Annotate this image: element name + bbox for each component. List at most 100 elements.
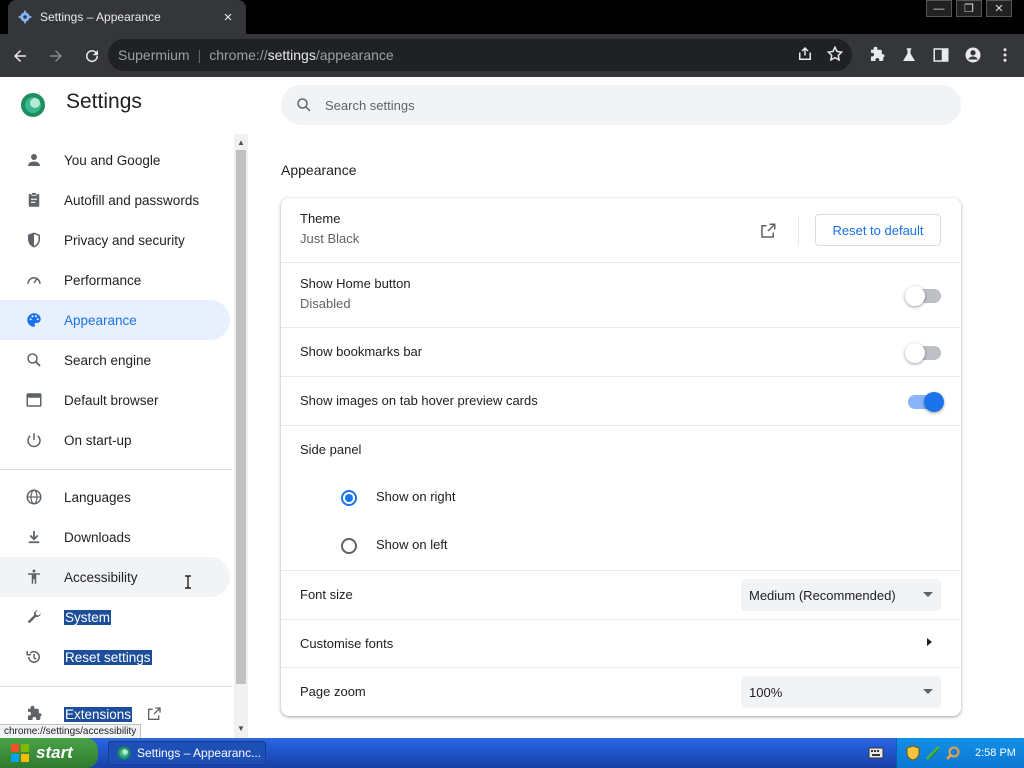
browser-window-icon	[24, 390, 44, 410]
sidebar-item-system[interactable]: System	[0, 597, 230, 637]
sidebar-item-label: You and Google	[64, 152, 161, 168]
sidebar-item-you-and-google[interactable]: You and Google	[0, 140, 230, 180]
scrollbar-thumb[interactable]	[236, 150, 246, 684]
tab-hover-toggle[interactable]	[908, 392, 944, 412]
close-window-button[interactable]: ✕	[986, 0, 1012, 17]
radio-show-on-left[interactable]	[341, 538, 357, 554]
page-zoom-select[interactable]: 100%	[741, 676, 941, 708]
bookmark-star-icon[interactable]	[826, 45, 844, 63]
dropdown-arrow-icon	[923, 689, 933, 694]
magnifier-icon[interactable]	[945, 745, 961, 761]
window-controls: — ❐ ✕	[926, 0, 1012, 18]
sidebar-item-label: Privacy and security	[64, 232, 185, 248]
labs-button[interactable]	[896, 39, 922, 71]
share-icon[interactable]	[796, 45, 814, 63]
sidebar-item-label: Accessibility	[64, 569, 138, 585]
scroll-down-arrow-icon[interactable]: ▼	[236, 724, 246, 734]
scroll-up-arrow-icon[interactable]: ▲	[236, 138, 246, 148]
reset-theme-button[interactable]: Reset to default	[815, 214, 941, 246]
tab-title: Settings – Appearance	[40, 10, 161, 24]
tab-hover-label: Show images on tab hover preview cards	[300, 393, 538, 408]
sidebar-item-default-browser[interactable]: Default browser	[0, 380, 230, 420]
profile-button[interactable]	[960, 39, 986, 71]
page-zoom-row: Page zoom 100%	[281, 667, 961, 716]
start-button[interactable]: start	[0, 738, 98, 768]
font-size-select[interactable]: Medium (Recommended)	[741, 579, 941, 611]
section-title: Appearance	[281, 162, 357, 178]
dropdown-arrow-icon	[923, 592, 933, 597]
search-icon	[24, 350, 44, 370]
vertical-divider	[798, 216, 799, 246]
sidebar-item-languages[interactable]: Languages	[0, 477, 230, 517]
font-size-value: Medium (Recommended)	[749, 587, 896, 603]
security-shield-icon[interactable]	[905, 745, 921, 761]
tab-settings-appearance[interactable]: Settings – Appearance ×	[8, 0, 246, 34]
tab-hover-row[interactable]: Show images on tab hover preview cards	[281, 376, 961, 425]
reload-button[interactable]	[76, 40, 108, 72]
sidebar-item-reset-settings[interactable]: Reset settings	[0, 637, 230, 677]
sidebar-item-label: Extensions	[64, 706, 133, 722]
puzzle-icon	[24, 704, 44, 724]
tab-strip: Settings – Appearance × — ❐ ✕	[0, 0, 1024, 34]
network-icon[interactable]	[925, 745, 941, 761]
sidebar-item-label: Performance	[64, 272, 142, 288]
page-title: Settings	[66, 90, 142, 113]
sidebar-item-privacy[interactable]: Privacy and security	[0, 220, 230, 260]
theme-value: Just Black	[300, 231, 360, 246]
home-button-label: Show Home button	[300, 276, 411, 291]
clipboard-icon	[24, 190, 44, 210]
sidebar-item-label: Autofill and passwords	[64, 192, 200, 208]
font-size-label: Font size	[300, 587, 353, 602]
flask-icon	[903, 48, 915, 61]
menu-button[interactable]	[992, 39, 1018, 71]
forward-button[interactable]	[40, 40, 72, 72]
bookmarks-bar-row[interactable]: Show bookmarks bar	[281, 327, 961, 376]
open-in-new-icon[interactable]	[759, 222, 777, 240]
minimize-button[interactable]: —	[926, 0, 952, 17]
puzzle-icon	[871, 46, 885, 61]
search-input[interactable]	[325, 97, 925, 113]
sidebar-item-search-engine[interactable]: Search engine	[0, 340, 230, 380]
palette-icon	[24, 310, 44, 330]
radio-show-on-right[interactable]	[341, 490, 357, 506]
sidebar-item-label: On start-up	[64, 432, 132, 448]
sidebar-item-autofill[interactable]: Autofill and passwords	[0, 180, 230, 220]
sidebar-item-label: Reset settings	[64, 649, 152, 665]
keyboard-icon[interactable]	[868, 746, 884, 760]
address-bar[interactable]: Supermium | chrome://settings/appearance	[108, 39, 852, 71]
sidebar-item-performance[interactable]: Performance	[0, 260, 230, 300]
globe-icon	[24, 487, 44, 507]
side-panel-icon	[933, 48, 949, 62]
sidebar-item-accessibility[interactable]: Accessibility	[0, 557, 230, 597]
radio-label-left: Show on left	[376, 537, 448, 552]
extensions-button[interactable]	[864, 39, 890, 71]
side-panel-button[interactable]	[928, 39, 954, 71]
windows-taskbar: start Settings – Appearanc... 2:58 PM	[0, 738, 1024, 768]
sidebar-item-on-startup[interactable]: On start-up	[0, 420, 230, 460]
sidebar-item-label: Appearance	[64, 312, 137, 328]
sidebar-item-appearance[interactable]: Appearance	[0, 300, 230, 340]
sidebar-item-downloads[interactable]: Downloads	[0, 517, 230, 557]
browser-toolbar: Supermium | chrome://settings/appearance	[0, 34, 1024, 77]
sidebar-item-label: System	[64, 609, 112, 625]
text-cursor-icon	[185, 575, 191, 589]
download-icon	[24, 527, 44, 547]
home-button-row[interactable]: Show Home button Disabled	[281, 262, 961, 327]
side-panel-label: Side panel	[300, 442, 362, 457]
reload-icon	[86, 49, 99, 62]
bookmarks-bar-label: Show bookmarks bar	[300, 344, 423, 359]
back-button[interactable]	[4, 40, 36, 72]
search-settings-bar[interactable]	[281, 85, 961, 125]
home-button-toggle[interactable]	[905, 286, 941, 306]
avatar-icon	[965, 47, 981, 63]
tab-close-button[interactable]: ×	[220, 9, 236, 26]
customise-fonts-row[interactable]: Customise fonts	[281, 619, 961, 667]
bookmarks-bar-toggle[interactable]	[905, 343, 941, 363]
taskbar-item-settings[interactable]: Settings – Appearanc...	[108, 741, 266, 765]
sidebar-scrollbar[interactable]: ▲ ▼	[234, 134, 248, 738]
search-icon	[297, 98, 311, 112]
restore-button[interactable]: ❐	[956, 0, 982, 17]
start-label: start	[36, 743, 73, 762]
taskbar-clock: 2:58 PM	[975, 747, 1016, 759]
sidebar-item-label: Languages	[64, 489, 131, 505]
